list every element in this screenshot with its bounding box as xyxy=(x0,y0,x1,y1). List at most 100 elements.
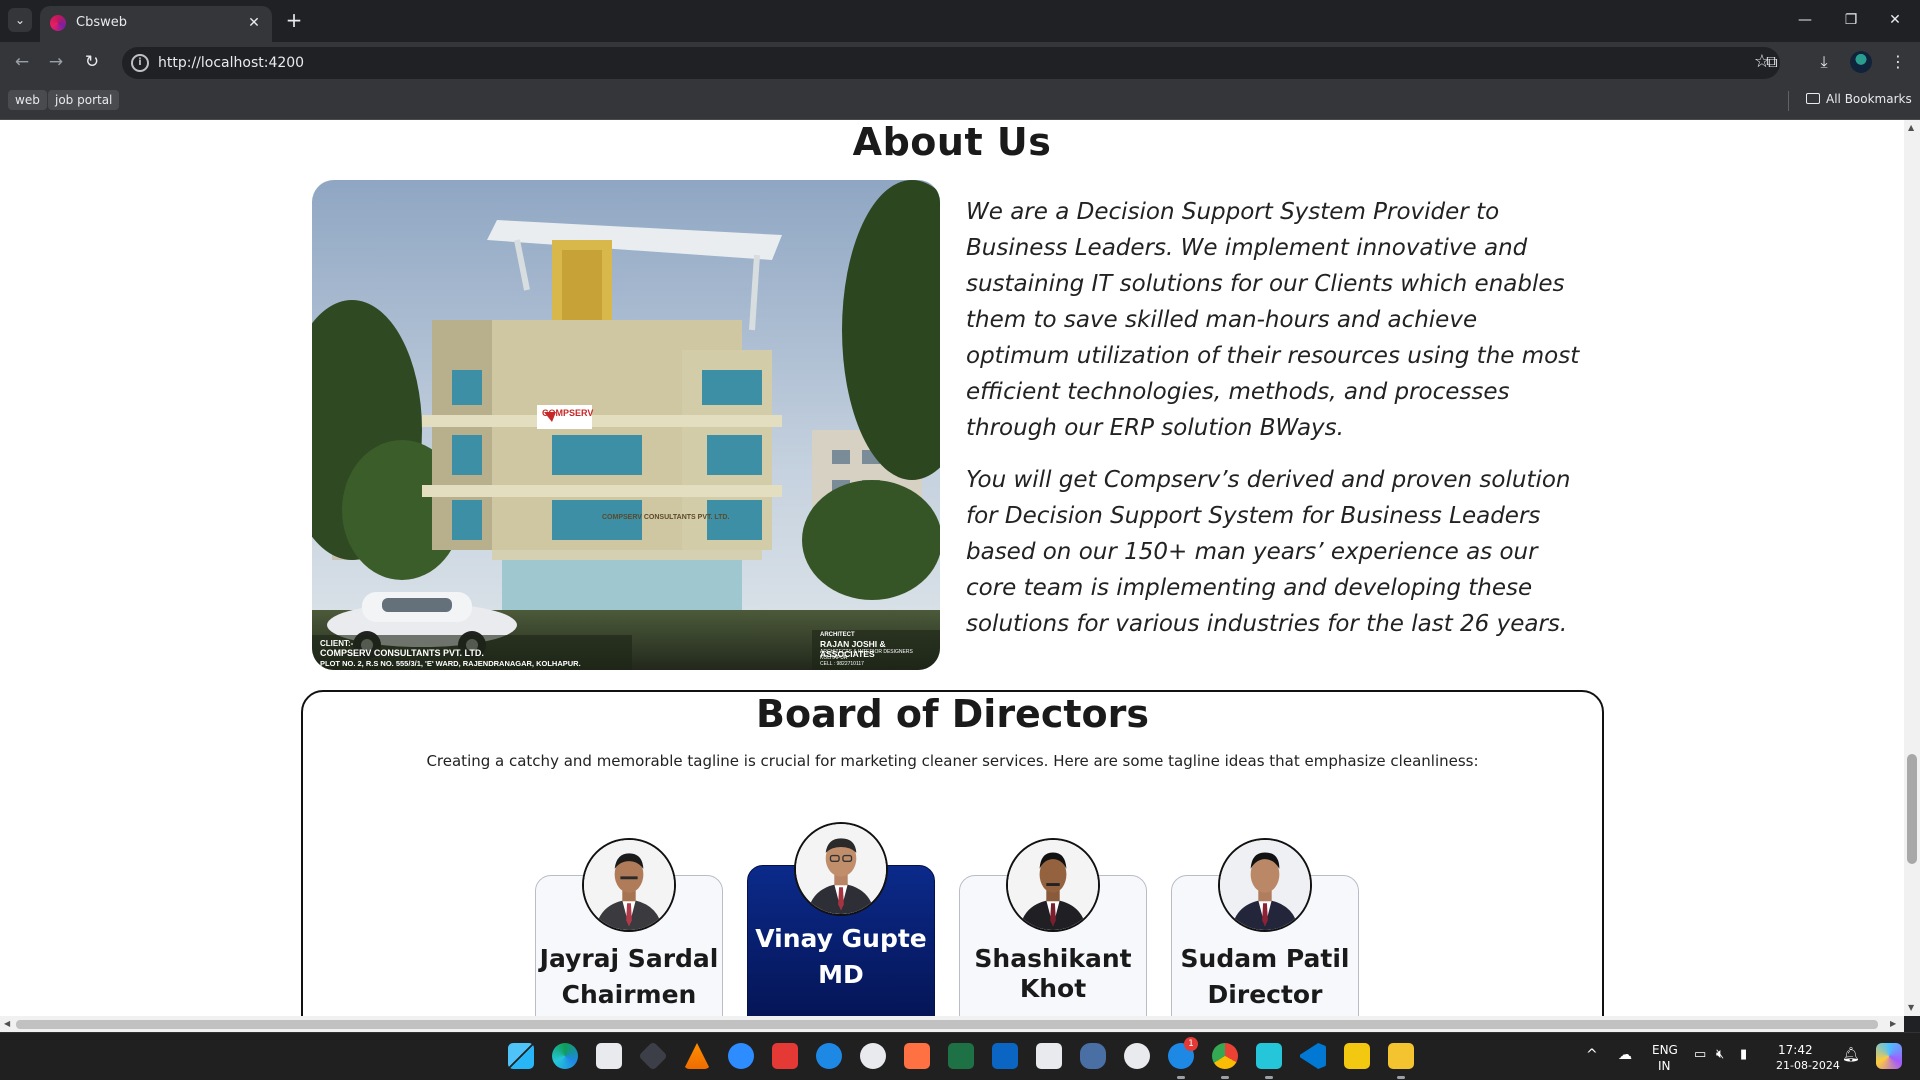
director-name: Jayraj Sardal xyxy=(539,944,719,973)
back-arrow-icon[interactable]: ← xyxy=(10,50,34,74)
clock-time[interactable]: 17:42 xyxy=(1778,1043,1813,1057)
browser-tab[interactable]: Cbsweb ✕ xyxy=(40,6,272,42)
board-tagline: Creating a catchy and memorable tagline … xyxy=(426,752,1479,770)
angular-favicon-icon xyxy=(50,15,66,31)
client-address: PLOT NO. 2, R.S NO. 555/3/1, 'E' WARD, R… xyxy=(320,659,581,668)
skype-icon[interactable]: 1 xyxy=(1168,1037,1198,1079)
address-url[interactable]: http://localhost:4200 xyxy=(158,55,304,71)
about-description: We are a Decision Support System Provide… xyxy=(966,194,1586,658)
architect-label: ARCHITECT xyxy=(820,632,855,638)
anydesk-icon[interactable] xyxy=(772,1043,798,1069)
show-hidden-icons-chevron-icon[interactable]: ^ xyxy=(1586,1047,1598,1063)
bookmarks-bar: web job portal All Bookmarks xyxy=(0,82,1920,120)
copilot-icon[interactable] xyxy=(1876,1043,1902,1069)
skype-notification-badge: 1 xyxy=(1184,1037,1198,1051)
app-store-icon[interactable] xyxy=(860,1043,886,1069)
browser-menu-icon[interactable]: ⋮ xyxy=(1886,50,1910,74)
folder-icon xyxy=(1806,93,1820,104)
board-of-directors-section: Board of Directors Creating a catchy and… xyxy=(301,690,1604,1016)
office-building-illustration xyxy=(312,180,940,670)
bookmarks-divider xyxy=(1788,91,1789,111)
person-photo-icon xyxy=(584,840,674,930)
director-role: Chairmen xyxy=(561,980,697,1009)
vertical-scrollbar[interactable]: ▲ ▼ xyxy=(1904,120,1920,1016)
chrome-icon[interactable] xyxy=(1212,1043,1238,1079)
notepad-icon[interactable] xyxy=(1256,1043,1282,1079)
browser-toolbar: ← → ↻ i http://localhost:4200 ☆ ⧉ ⤓ ⋮ xyxy=(0,42,1920,82)
windows-start-icon[interactable] xyxy=(508,1043,534,1069)
all-bookmarks-button[interactable]: All Bookmarks xyxy=(1806,92,1912,106)
about-paragraph-2: You will get Compserv’s derived and prov… xyxy=(966,467,1571,637)
director-name: Shashikant Khot xyxy=(974,944,1132,1003)
architect-cell: CELL : 9822710117 xyxy=(820,661,864,667)
restore-icon[interactable]: ❐ xyxy=(1836,8,1866,32)
onedrive-cloud-icon[interactable]: ☁ xyxy=(1618,1047,1632,1063)
vlc-icon[interactable] xyxy=(684,1043,710,1069)
power-bi-icon[interactable] xyxy=(1344,1043,1370,1069)
client-name: COMPSERV CONSULTANTS PVT. LTD. xyxy=(320,648,484,658)
horizontal-scroll-thumb[interactable] xyxy=(16,1020,1878,1029)
mongodb-compass-icon[interactable] xyxy=(1124,1043,1150,1069)
feather-app-icon[interactable] xyxy=(816,1043,842,1069)
office-building-image: COMPSERV COMPSERV CONSULTANTS PVT. LTD. … xyxy=(312,180,940,670)
postgres-icon[interactable] xyxy=(1080,1043,1106,1069)
client-label: CLIENT:- xyxy=(320,639,354,648)
tab-title: Cbsweb xyxy=(76,15,127,30)
clock-date[interactable]: 21-08-2024 xyxy=(1776,1059,1840,1072)
person-photo-icon xyxy=(1008,840,1098,930)
all-bookmarks-label: All Bookmarks xyxy=(1826,92,1912,106)
bookmark-job-portal[interactable]: job portal xyxy=(48,90,120,110)
vertical-scroll-thumb[interactable] xyxy=(1907,754,1917,864)
scroll-down-arrow-icon[interactable]: ▼ xyxy=(1908,1003,1914,1012)
director-avatar xyxy=(1006,838,1100,932)
microsoft-store-icon[interactable] xyxy=(596,1043,622,1069)
about-us-title: About Us xyxy=(852,120,1052,164)
about-paragraph-1: We are a Decision Support System Provide… xyxy=(966,199,1580,441)
page-viewport: About Us COMPSERV COMPSERV CONSULTANTS P… xyxy=(0,120,1904,1016)
tab-search-chevron-icon[interactable]: ⌄ xyxy=(8,8,32,32)
downloads-icon[interactable]: ⤓ xyxy=(1812,50,1836,74)
volume-muted-icon[interactable]: 🔇︎ xyxy=(1716,1047,1724,1062)
window-close-icon[interactable]: ✕ xyxy=(1880,8,1910,32)
director-role: Director xyxy=(1207,980,1323,1009)
extensions-icon[interactable]: ⧉ xyxy=(1760,50,1784,74)
forward-arrow-icon[interactable]: → xyxy=(44,50,68,74)
notification-bell-icon[interactable]: 🔔︎ xyxy=(1842,1047,1860,1063)
building-facade-text: COMPSERV CONSULTANTS PVT. LTD. xyxy=(602,514,730,521)
scroll-right-arrow-icon[interactable]: ▶ xyxy=(1890,1019,1896,1028)
browser-tab-bar: ⌄ Cbsweb ✕ + — ❐ ✕ xyxy=(0,0,1920,42)
snipping-tool-icon[interactable] xyxy=(1036,1043,1062,1069)
file-explorer-icon[interactable] xyxy=(1388,1043,1414,1079)
language-indicator[interactable]: ENG xyxy=(1652,1043,1678,1057)
dev-tool-icon[interactable] xyxy=(638,1041,668,1071)
battery-icon[interactable]: ▮ xyxy=(1740,1047,1747,1062)
zoom-icon[interactable] xyxy=(728,1043,754,1069)
reload-icon[interactable]: ↻ xyxy=(80,50,104,74)
director-avatar xyxy=(794,822,888,916)
address-bar[interactable]: i http://localhost:4200 ☆ xyxy=(122,47,1780,79)
minimize-icon[interactable]: — xyxy=(1790,8,1820,32)
person-photo-icon xyxy=(796,824,886,914)
excel-icon[interactable] xyxy=(948,1043,974,1069)
vscode-icon[interactable] xyxy=(1300,1043,1326,1069)
windows-taskbar: 1 ^ ☁ ENG IN ▭ 🔇︎ ▮ 17:42 21-08-2024 🔔︎ xyxy=(0,1032,1920,1080)
new-tab-button[interactable]: + xyxy=(282,9,306,33)
horizontal-scrollbar[interactable]: ◀ ▶ xyxy=(0,1016,1904,1032)
network-icon[interactable]: ▭ xyxy=(1694,1047,1706,1062)
director-avatar xyxy=(582,838,676,932)
director-avatar xyxy=(1218,838,1312,932)
region-indicator: IN xyxy=(1658,1059,1671,1073)
edge-icon[interactable] xyxy=(552,1043,578,1069)
director-name: Vinay Gupte xyxy=(755,924,927,953)
tab-close-icon[interactable]: ✕ xyxy=(244,13,264,33)
bookmark-web[interactable]: web xyxy=(8,90,47,110)
scroll-up-arrow-icon[interactable]: ▲ xyxy=(1908,123,1914,132)
linkedin-icon[interactable] xyxy=(992,1043,1018,1069)
scroll-left-arrow-icon[interactable]: ◀ xyxy=(4,1019,10,1028)
director-role: MD xyxy=(818,960,864,989)
site-info-icon[interactable]: i xyxy=(131,54,149,72)
xampp-icon[interactable] xyxy=(904,1043,930,1069)
profile-avatar[interactable] xyxy=(1850,51,1872,73)
building-sign-text: COMPSERV xyxy=(542,408,594,418)
board-title: Board of Directors xyxy=(756,692,1149,736)
